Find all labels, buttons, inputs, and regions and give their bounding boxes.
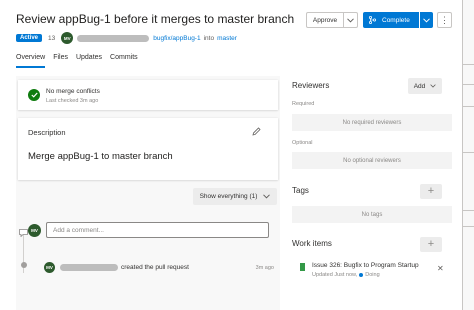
work-item-status: Updated Just now, Doing [312, 272, 380, 278]
activity-text: created the pull request [121, 264, 189, 271]
approve-button[interactable]: Approve [306, 12, 344, 28]
more-actions-button[interactable]: ⋮ [437, 12, 452, 28]
into-text: into [203, 34, 215, 42]
comment-input[interactable]: Add a comment... [46, 222, 269, 238]
optional-reviewers-empty: No optional reviewers [292, 152, 452, 169]
show-everything-dropdown[interactable]: Show everything (1) [193, 188, 277, 205]
chevron-down-icon [347, 17, 354, 23]
check-circle-icon [28, 89, 40, 101]
author-avatar: MV [61, 32, 74, 44]
merge-status-card: No merge conflicts Last checked 3m ago [18, 80, 278, 110]
work-items-heading: Work items [292, 239, 332, 248]
activity-item: MV created the pull request 3m ago [44, 262, 274, 273]
merge-icon [369, 16, 376, 24]
work-item-type-icon [300, 263, 305, 271]
author-name-redacted [77, 34, 150, 42]
add-tag-button[interactable]: + [420, 184, 442, 199]
work-item-updated: Updated Just now, [312, 272, 358, 278]
work-item-card[interactable]: Issue 326: Bugfix to Program Startup Upd… [292, 260, 452, 286]
comment-icon [19, 229, 28, 237]
merge-status-subtitle: Last checked 3m ago [46, 98, 99, 104]
reviewers-heading: Reviewers [292, 81, 330, 90]
overview-panel: No merge conflicts Last checked 3m ago D… [16, 76, 280, 310]
approve-dropdown-button[interactable] [343, 12, 358, 28]
state-dot-icon [359, 272, 364, 277]
add-reviewer-label: Add [413, 82, 426, 90]
merge-status-title: No merge conflicts [46, 88, 100, 95]
show-everything-label: Show everything (1) [199, 193, 258, 200]
tab-files[interactable]: Files [53, 54, 68, 68]
details-sidebar: Reviewers Add Required No required revie… [292, 76, 452, 310]
activity-avatar: MV [44, 262, 55, 273]
required-reviewers-empty: No required reviewers [292, 114, 452, 131]
pull-request-window: Review appBug-1 before it merges to mast… [0, 0, 463, 310]
complete-button[interactable]: Complete [363, 12, 419, 28]
page-title: Review appBug-1 before it merges to mast… [16, 12, 295, 26]
activity-author-redacted [60, 264, 118, 271]
description-card: Description Merge appBug-1 to master bra… [18, 118, 278, 180]
target-branch-link[interactable]: master [217, 35, 237, 42]
add-reviewer-button[interactable]: Add [408, 78, 442, 94]
pr-meta: Active 13 MV bugfix/appBug-1 into master [16, 32, 237, 44]
tags-empty: No tags [292, 206, 452, 223]
plus-icon: + [427, 238, 435, 250]
work-item-state: Doing [365, 272, 380, 278]
source-branch-link[interactable]: bugfix/appBug-1 [153, 35, 200, 42]
required-reviewers-label: Required [292, 101, 315, 107]
commenter-avatar: MV [28, 223, 41, 237]
tab-commits[interactable]: Commits [110, 54, 138, 68]
complete-label: Complete [382, 16, 410, 24]
tab-updates[interactable]: Updates [76, 54, 102, 68]
complete-dropdown-button[interactable] [420, 12, 433, 28]
optional-reviewers-label: Optional [292, 140, 313, 146]
activity-time: 3m ago [255, 264, 274, 271]
chevron-down-icon [430, 84, 436, 88]
chevron-down-icon [263, 194, 271, 199]
timeline-bullet [21, 262, 27, 268]
status-badge: Active [16, 34, 43, 42]
description-text: Merge appBug-1 to master branch [28, 151, 173, 162]
chevron-down-icon [423, 17, 430, 23]
plus-icon: + [427, 185, 435, 197]
add-work-item-button[interactable]: + [420, 237, 442, 252]
close-icon[interactable]: ✕ [437, 264, 444, 273]
work-item-title[interactable]: Issue 326: Bugfix to Program Startup [312, 262, 419, 269]
pencil-icon[interactable] [252, 127, 261, 136]
comment-composer: MV Add a comment... [28, 222, 273, 238]
pr-number: 13 [48, 34, 56, 42]
description-label: Description [28, 128, 66, 137]
tab-overview[interactable]: Overview [16, 54, 46, 68]
tags-heading: Tags [292, 186, 309, 195]
tab-bar: Overview Files Updates Commits [16, 54, 146, 68]
background-edge [463, 0, 474, 310]
